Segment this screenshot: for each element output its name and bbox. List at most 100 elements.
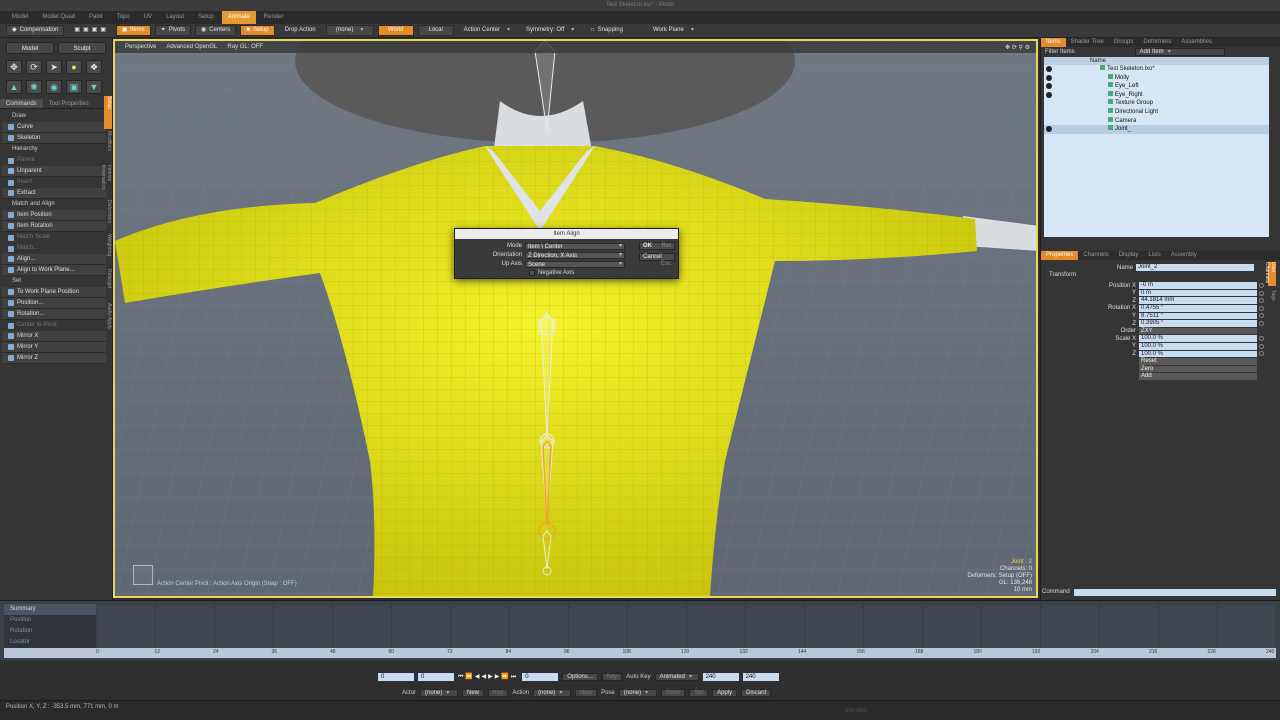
visibility-eye-icon[interactable]	[1046, 74, 1052, 81]
property-value[interactable]: Zero	[1139, 365, 1257, 373]
negative-axis-checkbox[interactable]	[529, 270, 535, 276]
model-mode-button[interactable]: Model	[6, 42, 54, 54]
layout-tab-model-quad[interactable]: Model Quad	[36, 11, 81, 24]
item-tree-row[interactable]: Joint_	[1044, 125, 1269, 134]
command-match[interactable]: Match...	[2, 243, 106, 254]
animate-dot-icon[interactable]	[1259, 283, 1264, 288]
pose-select[interactable]: (none)	[618, 688, 657, 697]
snapping-button[interactable]: ∩ Snapping	[584, 25, 629, 36]
tab-assemblies[interactable]: Assemblies	[1176, 38, 1217, 47]
end-range-field[interactable]: 240	[742, 672, 779, 681]
property-value[interactable]: 0.4755 °	[1139, 305, 1257, 312]
vertex-icon[interactable]: ▣	[74, 25, 80, 36]
command-mirror-y[interactable]: Mirror Y	[2, 342, 106, 353]
raygl-toggle[interactable]: Ray GL: OFF	[227, 44, 263, 50]
property-value[interactable]: 44.1814 mm	[1139, 297, 1257, 304]
layout-tab-render[interactable]: Render	[258, 11, 290, 24]
auto-key-toggle[interactable]: Auto Key	[626, 674, 650, 680]
key-button[interactable]: Key	[601, 672, 623, 681]
actor-key-button[interactable]: Key	[488, 688, 509, 697]
command-mirror-x[interactable]: Mirror X	[2, 331, 106, 342]
tab-lists[interactable]: Lists	[1143, 251, 1165, 260]
time-ruler[interactable]: 0 12 24 36 48 60 72 84 96 108 120 132 144 156 168 180 19…	[4, 648, 1276, 658]
command-to-work-plane-position[interactable]: To Work Plane Position	[2, 287, 106, 298]
command-match-scale[interactable]: Match Scale	[2, 232, 106, 243]
property-value[interactable]: 8.7511 °	[1139, 312, 1257, 320]
rotate-icon[interactable]: ⟳	[26, 60, 42, 74]
setup-button[interactable]: ■ Setup	[240, 25, 275, 36]
channel-row-position[interactable]: Position	[4, 615, 96, 626]
tab-commands[interactable]: Commands	[0, 99, 43, 108]
animate-dot-icon[interactable]	[1259, 298, 1264, 304]
item-tree-row[interactable]: Camera	[1044, 116, 1269, 126]
world-button[interactable]: World	[377, 25, 414, 36]
command-align-to-work-plane[interactable]: Align to Work Plane...	[2, 265, 106, 276]
animate-dot-icon[interactable]	[1259, 290, 1264, 296]
tab-groups[interactable]: Groups	[1109, 38, 1139, 47]
tab-tool-properties[interactable]: Tool Properties	[43, 99, 95, 108]
side-tab-tags[interactable]: Tags	[1268, 290, 1276, 314]
shading-menu[interactable]: Advanced OpenGL	[166, 44, 217, 50]
compensation-button[interactable]: ◆ Compensation	[6, 25, 65, 36]
command-item-rotation[interactable]: Item Rotation	[2, 221, 106, 232]
3d-viewport[interactable]: Perspective Advanced OpenGL Ray GL: OFF …	[113, 39, 1038, 598]
property-value[interactable]: 0.3905 °	[1139, 320, 1257, 327]
actor-select[interactable]: (none)	[420, 688, 459, 697]
move-icon[interactable]: ✥	[6, 60, 22, 74]
vtab-inverse-kinematics[interactable]: Inverse Kinematics	[100, 165, 112, 198]
command-center-to-pivot[interactable]: Center to Pivot	[2, 320, 106, 331]
command-extract[interactable]: Extract	[2, 188, 106, 199]
animate-dot-icon[interactable]	[1259, 336, 1264, 342]
vtab-setup[interactable]: Setup	[104, 96, 112, 129]
visibility-eye-icon[interactable]	[1046, 91, 1052, 98]
command-mirror-z[interactable]: Mirror Z	[2, 353, 106, 364]
visibility-eye-icon[interactable]	[1046, 83, 1052, 90]
scale-gizmo-icon[interactable]: ◉	[46, 80, 62, 94]
actor-new-button[interactable]: New	[462, 688, 485, 697]
property-value[interactable]: Add	[1139, 373, 1257, 380]
transform-gizmo-icon[interactable]: ▣	[66, 80, 82, 94]
property-value[interactable]: 0 m	[1139, 289, 1257, 297]
cancel-button[interactable]: Cancel Esc	[639, 253, 675, 267]
layout-tab-paint[interactable]: Paint	[83, 11, 109, 24]
tab-shader-tree[interactable]: Shader Tree	[1066, 38, 1109, 47]
playback-controls[interactable]: ⏮⏪◀◀▶▶⏩⏭	[458, 673, 518, 681]
item-tree-row[interactable]: Texture Group	[1044, 99, 1269, 108]
edge-icon[interactable]: ▣	[83, 25, 89, 36]
select-arrow-icon[interactable]: ➤	[46, 60, 62, 74]
discard-button[interactable]: Discard	[741, 688, 772, 697]
local-button[interactable]: Local	[417, 25, 454, 36]
filter-items-field[interactable]: Filter Items	[1045, 49, 1075, 55]
name-field[interactable]: Joint_2	[1136, 264, 1254, 271]
dopesheet-grid[interactable]	[97, 604, 1275, 649]
property-value[interactable]: 100.0 %	[1139, 343, 1257, 350]
ok-button[interactable]: OK Ret	[639, 242, 675, 250]
tab-deformers[interactable]: Deformers	[1138, 38, 1176, 47]
layout-tab-topo[interactable]: Topo	[111, 11, 136, 24]
layout-tab-uv[interactable]: UV	[138, 11, 158, 24]
move-gizmo-icon[interactable]: ▲	[6, 80, 22, 94]
store-button[interactable]: Store	[660, 688, 686, 697]
animate-dot-icon[interactable]	[1259, 313, 1264, 319]
property-value[interactable]: ZXY	[1139, 327, 1257, 335]
add-item-button[interactable]: Add Item	[1134, 48, 1225, 56]
command-input[interactable]	[1073, 588, 1276, 596]
animate-dot-icon[interactable]	[1259, 351, 1264, 357]
visibility-eye-icon[interactable]	[1046, 66, 1052, 72]
item-tree-row[interactable]: Molly	[1044, 73, 1269, 83]
command-item-position[interactable]: Item Position	[2, 210, 106, 221]
vtab-retarget[interactable]: Retarget	[104, 269, 112, 302]
sculpt-mode-button[interactable]: Sculpt	[58, 42, 106, 54]
command-position[interactable]: Position...	[2, 298, 106, 309]
pivots-mode-button[interactable]: ✦ Pivots	[154, 25, 192, 36]
animate-dot-icon[interactable]	[1259, 305, 1264, 311]
side-tab-user-channels[interactable]: User Channels	[1264, 262, 1276, 286]
tab-display[interactable]: Display	[1114, 251, 1144, 260]
tab-assembly[interactable]: Assembly	[1166, 251, 1202, 260]
frame-field[interactable]: 0	[522, 672, 559, 681]
apply-button[interactable]: Apply	[712, 688, 738, 697]
vtab-deformers[interactable]: Deformers	[104, 200, 112, 233]
channel-row-rotation[interactable]: Rotation	[4, 626, 96, 637]
sphere-icon[interactable]: ●	[66, 60, 82, 74]
layout-tab-model[interactable]: Model	[6, 11, 34, 24]
